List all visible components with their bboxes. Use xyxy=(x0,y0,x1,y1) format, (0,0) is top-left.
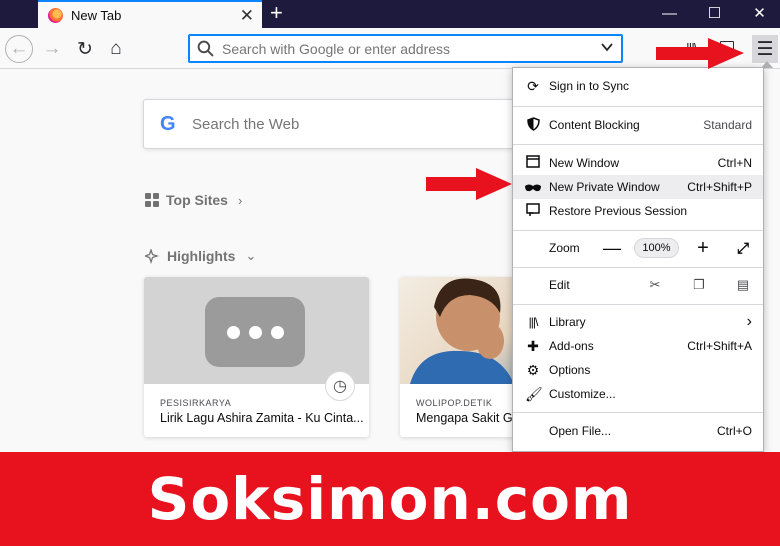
gear-icon: ⚙ xyxy=(526,361,540,378)
menu-item-new-window[interactable]: New Window Ctrl+N xyxy=(513,151,763,175)
chevron-down-icon: ⌄ xyxy=(245,248,257,263)
fullscreen-icon[interactable]: ⤢ xyxy=(735,240,751,257)
menu-item-addons[interactable]: ✚ Add-ons Ctrl+Shift+A xyxy=(513,334,763,358)
menu-item-shortcut: Ctrl+N xyxy=(717,156,752,170)
edit-controls: Edit ✂ ❐ ▤ xyxy=(513,273,763,297)
library-icon: |||\ xyxy=(528,315,539,329)
private-mask-icon xyxy=(525,179,541,195)
highlights-header[interactable]: Highlights ⌄ xyxy=(145,248,256,264)
menu-item-shortcut: Ctrl+Shift+P xyxy=(687,180,752,194)
menu-item-new-private-window[interactable]: New Private Window Ctrl+Shift+P xyxy=(513,175,763,199)
shield-icon xyxy=(525,116,541,134)
menu-item-shortcut: Ctrl+Shift+A xyxy=(687,339,752,353)
menu-separator xyxy=(513,106,763,107)
zoom-out-button[interactable]: — xyxy=(603,238,621,259)
menu-separator xyxy=(513,267,763,268)
zoom-label: Zoom xyxy=(549,241,580,255)
menu-separator xyxy=(513,144,763,145)
zoom-controls: Zoom — 100% + ⤢ xyxy=(513,236,763,260)
google-icon: G xyxy=(160,112,176,135)
forward-button[interactable]: → xyxy=(38,35,66,63)
zoom-in-button[interactable]: + xyxy=(695,237,711,260)
red-arrow-icon xyxy=(656,38,744,69)
clock-icon: ◷ xyxy=(325,371,355,401)
grid-icon xyxy=(145,193,159,207)
content-blocking-state: Standard xyxy=(703,118,752,132)
menu-item-label: Open File... xyxy=(549,424,612,438)
restore-session-icon xyxy=(525,202,541,220)
menu-item-label: Options xyxy=(549,363,591,377)
sparkle-icon xyxy=(145,248,160,264)
tab-new-tab[interactable]: New Tab ✕ xyxy=(38,0,262,28)
card-source: WOLIPOP.DETIK xyxy=(416,398,493,408)
tab-title: New Tab xyxy=(71,7,122,23)
title-bar: New Tab ✕ + — ☐ ✕ xyxy=(0,0,780,28)
menu-item-content-blocking[interactable]: Content Blocking Standard xyxy=(513,113,763,137)
new-window-icon xyxy=(525,155,541,171)
menu-item-open-file[interactable]: Open File... Ctrl+O xyxy=(513,419,763,443)
menu-item-sign-in[interactable]: ⟳ Sign in to Sync xyxy=(513,74,763,98)
banner-text: Soksimon.com xyxy=(147,465,633,533)
menu-item-label: New Private Window xyxy=(549,180,660,194)
paste-icon[interactable]: ▤ xyxy=(735,277,751,293)
menu-separator xyxy=(513,230,763,231)
copy-icon[interactable]: ❐ xyxy=(691,277,707,293)
chevron-right-icon: › xyxy=(237,192,243,208)
top-sites-header[interactable]: Top Sites › xyxy=(145,192,242,208)
menu-item-label: New Window xyxy=(549,156,620,170)
menu-item-customize[interactable]: 🖌 Customize... xyxy=(513,382,763,406)
menu-item-label: Add-ons xyxy=(549,339,594,353)
maximize-button[interactable]: ☐ xyxy=(692,0,737,26)
back-button[interactable]: ← xyxy=(5,35,33,63)
red-arrow-icon xyxy=(426,168,512,200)
watermark-banner: Soksimon.com xyxy=(0,452,780,546)
cut-icon[interactable]: ✂ xyxy=(647,277,663,293)
card-title: Lirik Lagu Ashira Zamita - Ku Cinta... xyxy=(160,411,364,425)
placeholder-image-icon xyxy=(205,297,305,367)
sync-icon: ⟳ xyxy=(527,77,539,94)
firefox-logo-icon xyxy=(48,7,63,23)
edit-label: Edit xyxy=(549,278,570,292)
menu-item-label: Restore Previous Session xyxy=(549,204,688,218)
app-menu-panel: ⟳ Sign in to Sync Content Blocking Stand… xyxy=(512,67,764,452)
zoom-reset-button[interactable]: 100% xyxy=(634,238,679,258)
url-input[interactable] xyxy=(222,40,582,57)
card-thumbnail xyxy=(144,277,369,384)
search-icon xyxy=(197,40,214,57)
card-source: PESISIRKARYA xyxy=(160,398,232,408)
menu-item-label: Customize... xyxy=(549,387,616,401)
card-title: Mengapa Sakit Gigi xyxy=(416,411,526,425)
menu-separator xyxy=(513,304,763,305)
chevron-right-icon: › xyxy=(746,313,752,330)
url-bar[interactable] xyxy=(188,34,623,63)
menu-item-label: Sign in to Sync xyxy=(549,79,630,93)
menu-item-label: Library xyxy=(549,315,586,329)
app-menu-button[interactable]: ☰ xyxy=(752,35,778,63)
menu-item-label: Content Blocking xyxy=(549,118,640,132)
highlights-label: Highlights xyxy=(167,248,236,264)
chevron-down-icon[interactable] xyxy=(600,40,614,54)
menu-item-options[interactable]: ⚙ Options xyxy=(513,358,763,382)
window-close-button[interactable]: ✕ xyxy=(737,0,780,26)
menu-item-restore-session[interactable]: Restore Previous Session xyxy=(513,199,763,223)
menu-separator xyxy=(513,412,763,413)
home-button[interactable]: ⌂ xyxy=(102,35,130,63)
web-search-input[interactable] xyxy=(192,115,492,133)
tab-close-icon[interactable]: ✕ xyxy=(240,6,254,26)
puzzle-piece-icon: ✚ xyxy=(527,337,539,354)
new-tab-button[interactable]: + xyxy=(270,1,283,25)
highlight-card[interactable]: ◷ PESISIRKARYA Lirik Lagu Ashira Zamita … xyxy=(144,277,369,437)
web-search-box[interactable]: G xyxy=(143,99,563,149)
reload-button[interactable]: ↻ xyxy=(71,35,99,63)
paintbrush-icon: 🖌 xyxy=(525,385,543,402)
menu-item-library[interactable]: |||\ Library › xyxy=(513,310,763,334)
menu-item-shortcut: Ctrl+O xyxy=(716,424,752,438)
minimize-button[interactable]: — xyxy=(647,0,692,26)
top-sites-label: Top Sites xyxy=(166,192,228,208)
